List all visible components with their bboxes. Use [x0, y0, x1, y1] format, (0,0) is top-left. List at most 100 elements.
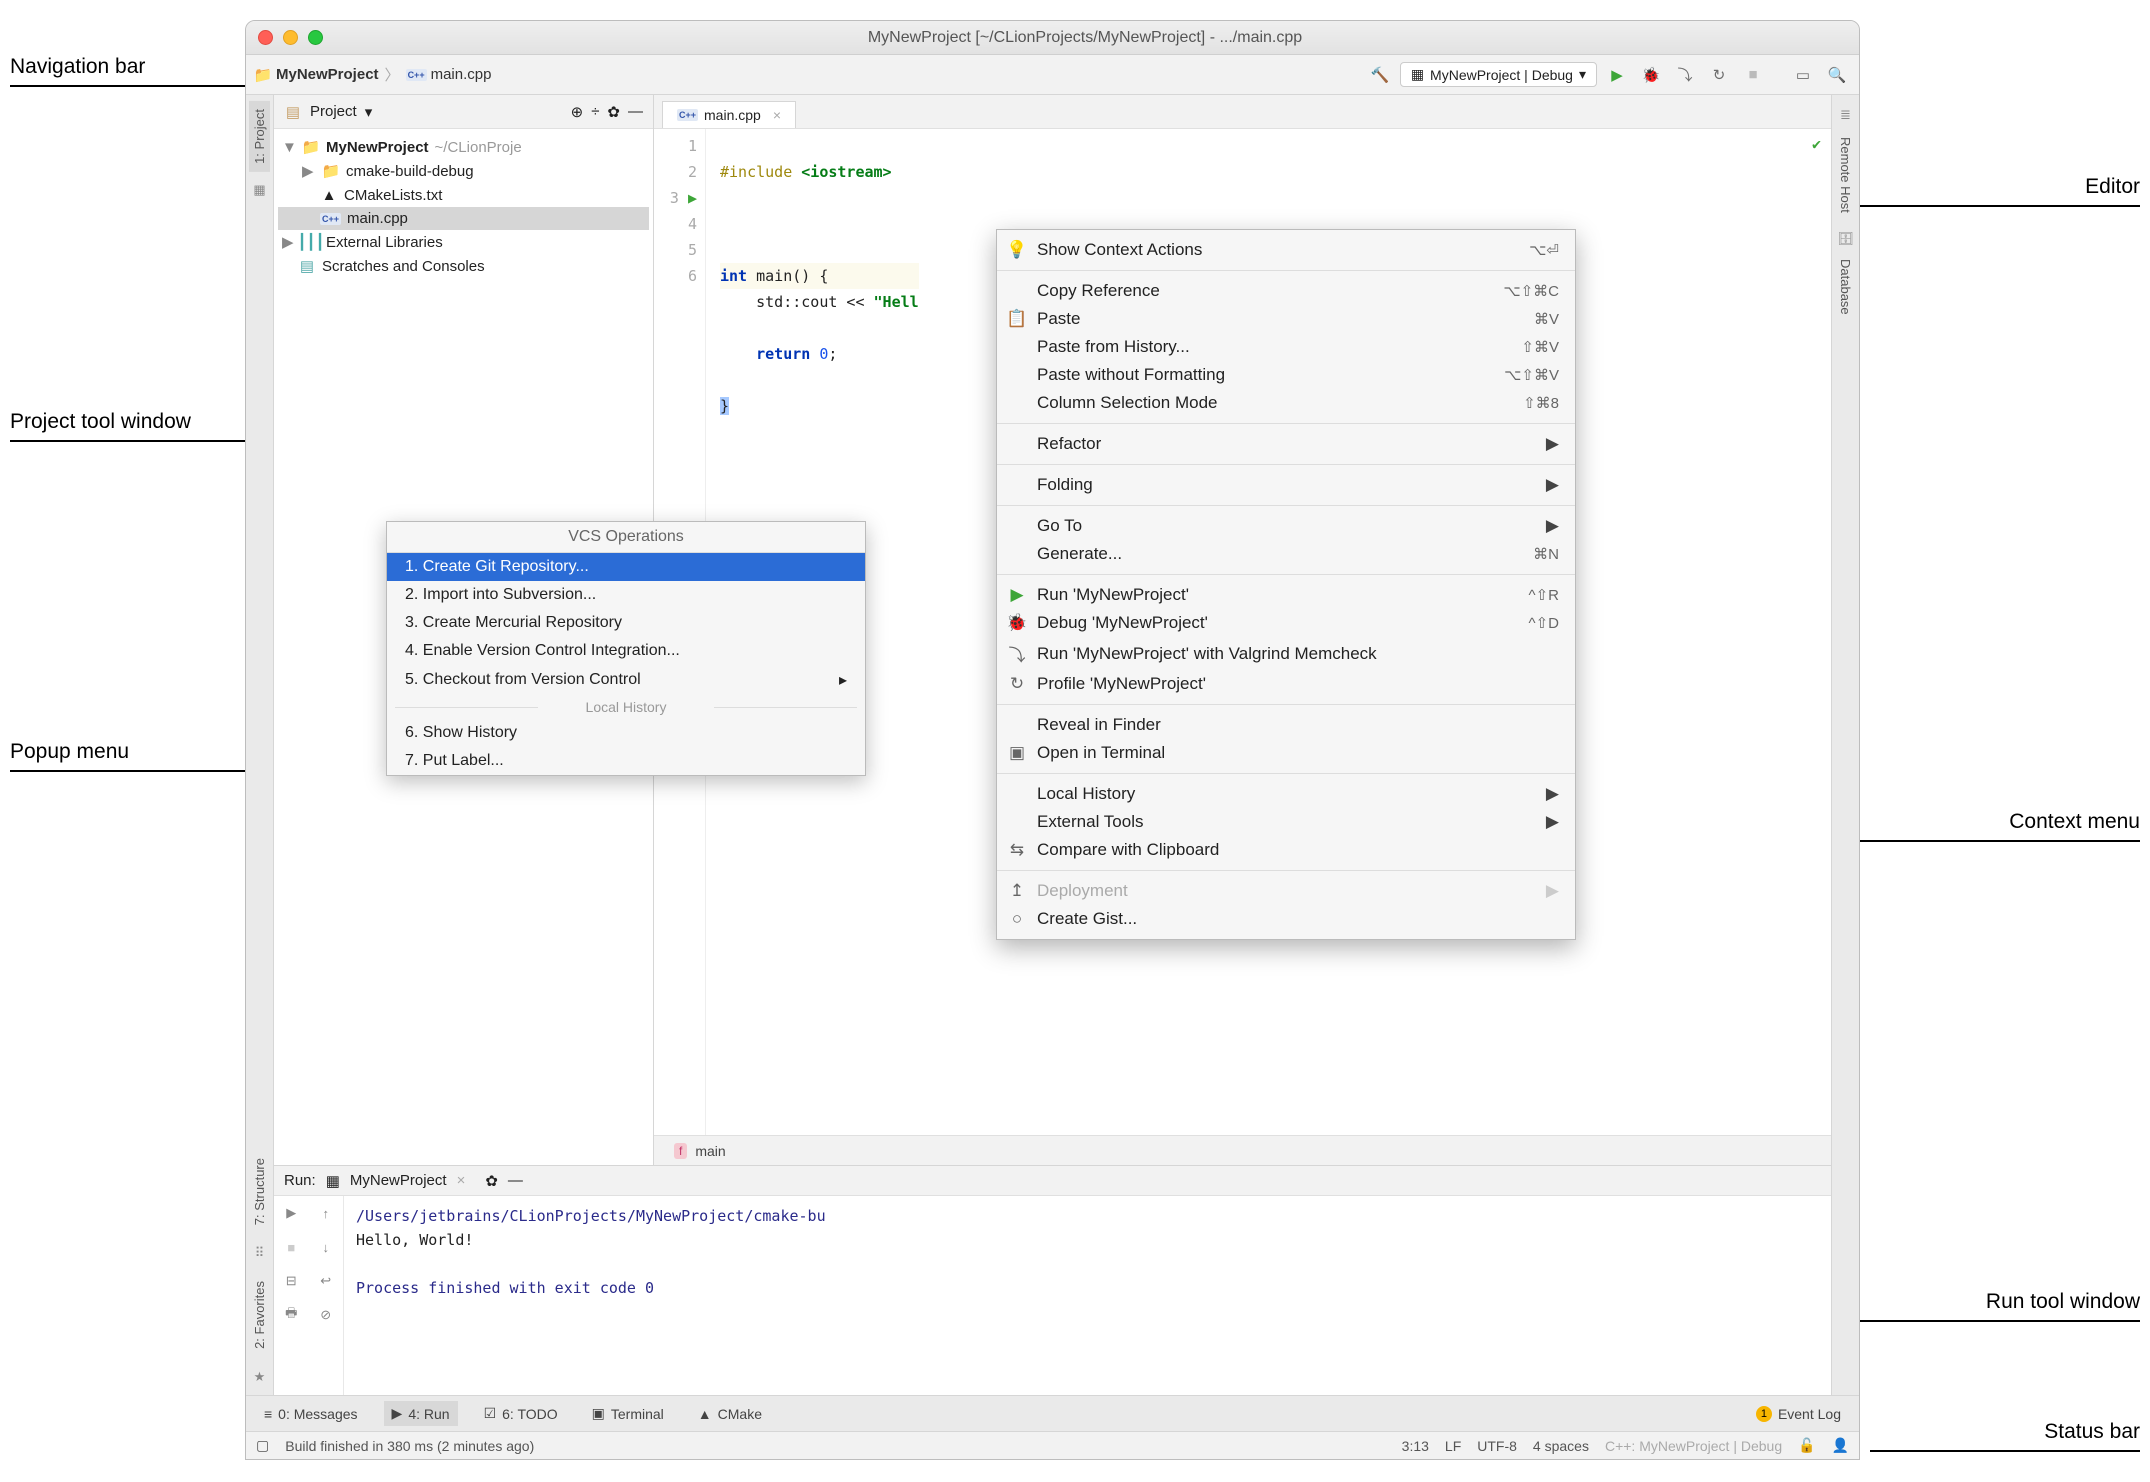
profile-button[interactable]: ↻ — [1705, 61, 1733, 89]
build-icon[interactable]: 🔨 — [1366, 61, 1394, 89]
down-button[interactable]: ↓ — [309, 1230, 344, 1264]
inspection-ok-icon[interactable]: ✔ — [1812, 135, 1821, 153]
stop-run-button[interactable]: ■ — [274, 1230, 309, 1264]
gear-icon[interactable]: ✿ — [485, 1172, 498, 1190]
status-indent[interactable]: 4 spaces — [1533, 1438, 1589, 1454]
tree-item-scratches[interactable]: ▤ Scratches and Consoles — [278, 254, 649, 278]
tool-tab-messages[interactable]: ≡0: Messages — [256, 1402, 366, 1426]
context-item[interactable]: Local History▶ — [997, 780, 1575, 808]
editor-breadcrumb-main[interactable]: main — [695, 1143, 725, 1159]
context-item-icon: ⇆ — [1007, 840, 1027, 860]
tool-tab-favorites[interactable]: 2: Favorites — [249, 1273, 270, 1357]
run-output[interactable]: /Users/jetbrains/CLionProjects/MyNewProj… — [344, 1196, 1831, 1395]
cpp-file-icon: C++ — [406, 69, 427, 81]
context-item[interactable]: External Tools▶ — [997, 808, 1575, 836]
gear-icon[interactable]: ✿ — [607, 103, 620, 121]
context-item[interactable]: ⇆Compare with Clipboard — [997, 836, 1575, 864]
context-item[interactable]: Column Selection Mode⇧⌘8 — [997, 389, 1575, 417]
tool-tab-todo[interactable]: ☑6: TODO — [476, 1401, 566, 1426]
context-item[interactable]: 📋Paste⌘V — [997, 305, 1575, 333]
hide-icon[interactable]: — — [628, 103, 643, 120]
context-item[interactable]: Generate...⌘N — [997, 540, 1575, 568]
tool-tab-run[interactable]: ▶4: Run — [384, 1401, 458, 1426]
debug-button[interactable]: 🐞 — [1637, 61, 1665, 89]
context-item-label: Profile 'MyNewProject' — [1037, 674, 1559, 694]
tool-tab-structure[interactable]: 7: Structure — [249, 1150, 270, 1233]
context-item[interactable]: 🐞Debug 'MyNewProject'^⇧D — [997, 609, 1575, 637]
tree-root[interactable]: ▼ 📁 MyNewProject ~/CLionProje — [278, 135, 649, 159]
collapse-icon[interactable]: ÷ — [591, 103, 599, 120]
close-tab-icon[interactable]: × — [773, 107, 781, 123]
close-button[interactable] — [258, 30, 273, 45]
run-button[interactable]: ▶ — [1603, 61, 1631, 89]
maximize-button[interactable] — [308, 30, 323, 45]
breadcrumb[interactable]: 📁 MyNewProject 〉 C++ main.cpp — [254, 64, 491, 85]
popup-item-enable-vcs[interactable]: 4. Enable Version Control Integration... — [387, 637, 865, 665]
context-item[interactable]: ▣Open in Terminal — [997, 739, 1575, 767]
context-item[interactable]: ⤵Run 'MyNewProject' with Valgrind Memche… — [997, 637, 1575, 670]
context-item[interactable]: Paste without Formatting⌥⇧⌘V — [997, 361, 1575, 389]
context-item[interactable]: Paste from History...⇧⌘V — [997, 333, 1575, 361]
expand-icon[interactable]: ▶ — [282, 233, 296, 251]
stop-button[interactable]: ■ — [1739, 61, 1767, 89]
project-header-label[interactable]: Project — [310, 103, 357, 120]
popup-item-show-history[interactable]: 6. Show History — [387, 719, 865, 747]
context-item[interactable]: ↻Profile 'MyNewProject' — [997, 670, 1575, 698]
tree-item-cmake-build[interactable]: ▶ 📁 cmake-build-debug — [278, 159, 649, 183]
tree-item-external-libraries[interactable]: ▶ ┃┃┃ External Libraries — [278, 230, 649, 254]
print-button[interactable]: 🖶 — [274, 1298, 309, 1332]
hide-icon[interactable]: — — [508, 1172, 523, 1189]
project-tree[interactable]: ▼ 📁 MyNewProject ~/CLionProje ▶ 📁 cmake-… — [274, 129, 653, 284]
tool-tab-project[interactable]: 1: Project — [249, 101, 270, 172]
status-context[interactable]: C++: MyNewProject | Debug — [1605, 1438, 1782, 1454]
expand-icon[interactable]: ▶ — [302, 162, 316, 180]
chevron-down-icon[interactable]: ▾ — [365, 103, 373, 121]
expand-icon[interactable]: ▼ — [282, 139, 296, 156]
breadcrumb-root[interactable]: MyNewProject — [276, 66, 379, 83]
popup-item-create-git[interactable]: 1. Create Git Repository... — [387, 553, 865, 581]
status-line-ending[interactable]: LF — [1445, 1438, 1461, 1454]
status-encoding[interactable]: UTF-8 — [1477, 1438, 1517, 1454]
status-build-message: Build finished in 380 ms (2 minutes ago) — [285, 1438, 534, 1454]
popup-item-create-hg[interactable]: 3. Create Mercurial Repository — [387, 609, 865, 637]
annotation-line — [1870, 1450, 2140, 1452]
run-config-selector[interactable]: ▦ MyNewProject | Debug ▾ — [1400, 62, 1597, 87]
close-run-tab-icon[interactable]: × — [457, 1172, 466, 1189]
popup-item-checkout-vcs[interactable]: 5. Checkout from Version Control▸ — [387, 665, 865, 695]
context-item[interactable]: ○Create Gist... — [997, 905, 1575, 933]
tree-item-cmakelists[interactable]: ▲ CMakeLists.txt — [278, 183, 649, 207]
editor-tab-main-cpp[interactable]: C++ main.cpp × — [662, 101, 796, 128]
lock-icon[interactable]: 🔓 — [1798, 1437, 1815, 1454]
inspector-icon[interactable]: 👤 — [1832, 1437, 1849, 1454]
context-item[interactable]: Folding▶ — [997, 471, 1575, 499]
context-item[interactable]: 💡Show Context Actions⌥⏎ — [997, 236, 1575, 264]
popup-item-put-label[interactable]: 7. Put Label... — [387, 747, 865, 775]
tool-tab-terminal[interactable]: ▣Terminal — [584, 1401, 672, 1426]
toolwindow-toggle-icon[interactable]: ▢ — [256, 1437, 269, 1454]
tool-tab-cmake[interactable]: ▲CMake — [690, 1402, 770, 1426]
context-item[interactable]: ▶Run 'MyNewProject'^⇧R — [997, 581, 1575, 609]
close-button[interactable]: ⊘ — [309, 1298, 344, 1332]
popup-item-import-svn[interactable]: 2. Import into Subversion... — [387, 581, 865, 609]
tree-item-main-cpp[interactable]: C++ main.cpp — [278, 207, 649, 230]
rerun-button[interactable]: ▶ — [274, 1196, 309, 1230]
tool-tab-database[interactable]: Database — [1835, 251, 1856, 323]
context-item[interactable]: Go To▶ — [997, 512, 1575, 540]
layout-button[interactable]: ⊟ — [274, 1264, 309, 1298]
search-button[interactable]: 🔍 — [1823, 61, 1851, 89]
target-icon[interactable]: ⊕ — [571, 103, 584, 121]
context-item[interactable]: Refactor▶ — [997, 430, 1575, 458]
run-header-config[interactable]: MyNewProject — [350, 1172, 447, 1189]
wrap-button[interactable]: ↩ — [309, 1264, 344, 1298]
valgrind-button[interactable]: ⤵ — [1671, 61, 1699, 89]
tool-tab-event-log[interactable]: 1 Event Log — [1748, 1402, 1849, 1426]
tool-tab-remote-host[interactable]: Remote Host — [1835, 129, 1856, 221]
minimize-button[interactable] — [283, 30, 298, 45]
context-item[interactable]: Copy Reference⌥⇧⌘C — [997, 277, 1575, 305]
run-gutter-icon[interactable]: ▶ — [688, 189, 697, 207]
layout-button[interactable]: ▭ — [1789, 61, 1817, 89]
status-caret-pos[interactable]: 3:13 — [1402, 1438, 1429, 1454]
up-button[interactable]: ↑ — [309, 1196, 344, 1230]
context-item[interactable]: Reveal in Finder — [997, 711, 1575, 739]
breadcrumb-file[interactable]: main.cpp — [431, 66, 492, 83]
